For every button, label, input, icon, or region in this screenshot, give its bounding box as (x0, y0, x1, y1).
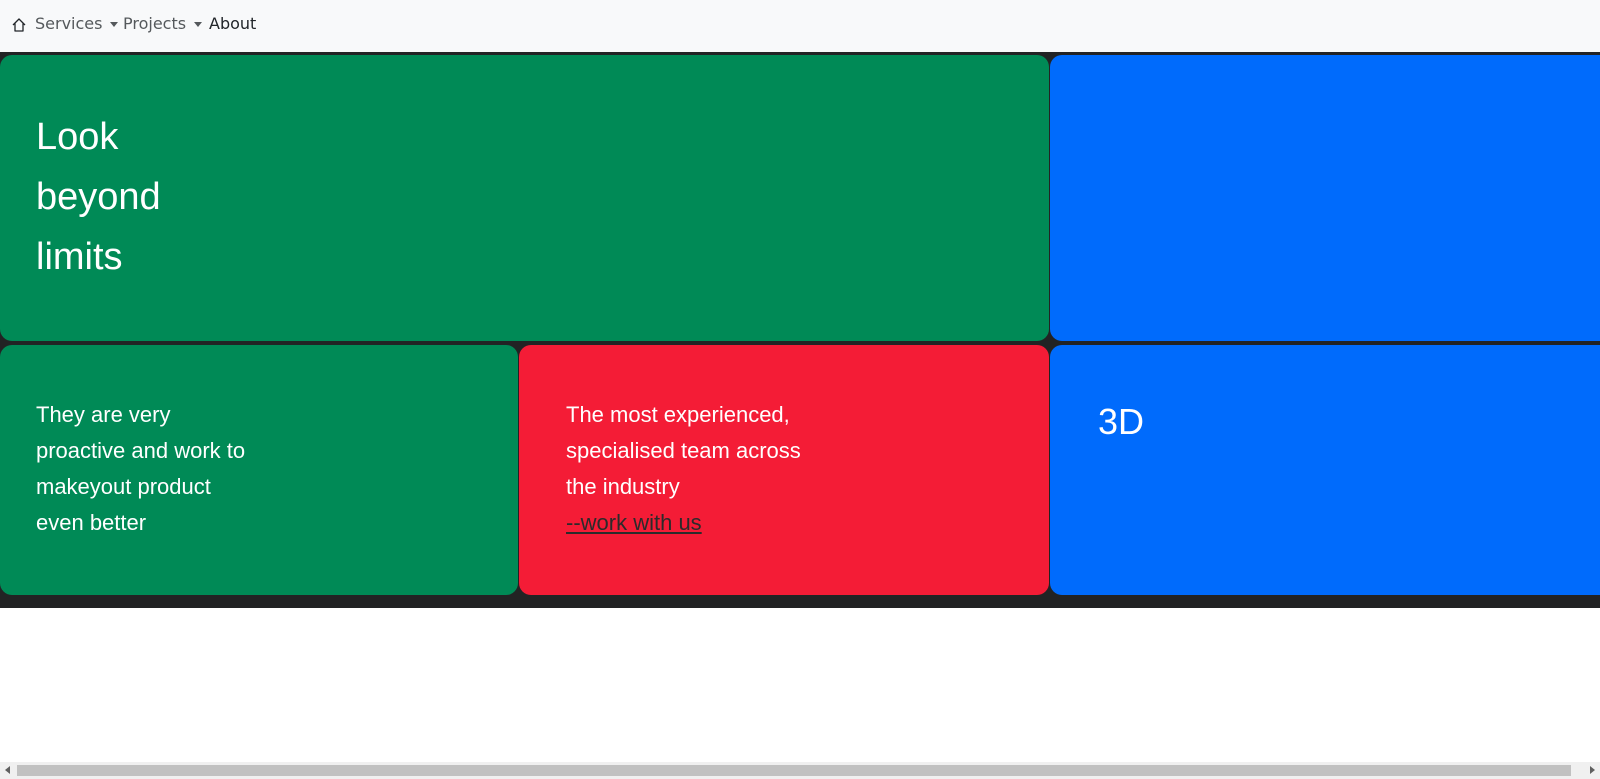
blue-top-tile (1050, 55, 1600, 341)
chevron-down-icon (194, 21, 203, 27)
team-tile: The most experienced, specialised team a… (519, 345, 1049, 595)
horizontal-scrollbar[interactable] (0, 762, 1600, 779)
chevron-down-icon (110, 21, 119, 27)
hero-line: limits (36, 236, 123, 278)
scroll-right-arrow-icon[interactable] (1590, 766, 1595, 774)
testimonial-tile: They are very proactive and work to make… (0, 345, 518, 595)
work-with-us-link[interactable]: --work with us (566, 505, 801, 541)
nav-projects-label: Projects (123, 14, 187, 33)
text-line: specialised team across (566, 438, 801, 463)
3d-label: 3D (1098, 401, 1145, 442)
navbar: Services Projects About (0, 0, 1600, 52)
home-icon[interactable] (11, 17, 27, 33)
hero-tile: Look beyond limits (0, 55, 1049, 341)
text-line: They are very (36, 402, 171, 427)
text-line: proactive and work to (36, 438, 246, 463)
hero-heading: Look beyond limits (36, 107, 256, 287)
team-text: The most experienced, specialised team a… (566, 397, 801, 541)
text-line: even better (36, 510, 147, 535)
text-line: The most experienced, (566, 402, 790, 427)
nav-about-label: About (209, 14, 257, 33)
3d-tile: 3D (1050, 345, 1600, 595)
nav-services-dropdown[interactable]: Services (35, 14, 119, 33)
nav-about-link[interactable]: About (209, 14, 256, 33)
nav-services-label: Services (35, 14, 103, 33)
hero-line: Look (36, 116, 119, 158)
tile-grid: Look beyond limits They are very proacti… (0, 52, 1600, 608)
text-line: makeyout product (36, 474, 211, 499)
scroll-left-arrow-icon[interactable] (5, 766, 10, 774)
text-line: the industry (566, 474, 680, 499)
testimonial-text: They are very proactive and work to make… (36, 397, 245, 541)
scrollbar-thumb[interactable] (17, 765, 1571, 776)
hero-line: beyond (36, 176, 161, 218)
nav-projects-dropdown[interactable]: Projects (123, 14, 203, 33)
